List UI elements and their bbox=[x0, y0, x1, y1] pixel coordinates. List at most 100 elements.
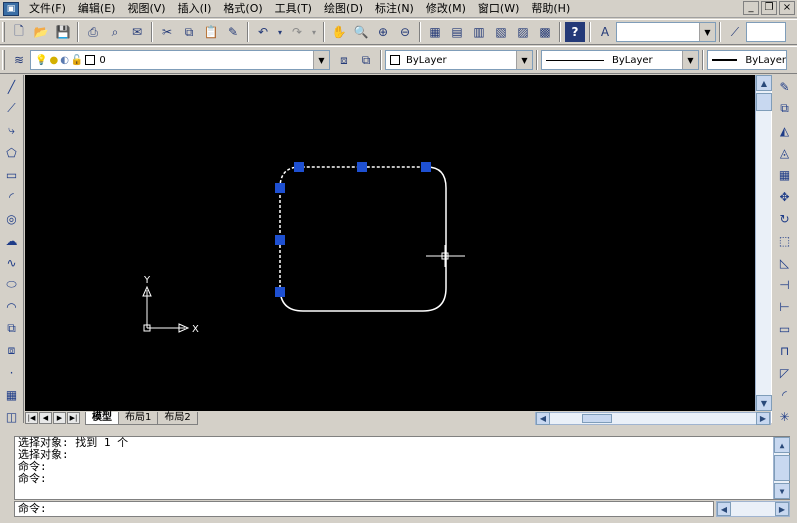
rounded-rectangle[interactable] bbox=[279, 166, 447, 312]
ellipse-icon[interactable]: ⬭ bbox=[1, 274, 23, 295]
hatch-icon[interactable]: ▦ bbox=[1, 384, 23, 405]
scroll-thumb[interactable] bbox=[582, 414, 612, 423]
first-tab-icon[interactable]: |◀ bbox=[25, 412, 38, 424]
scroll-down-icon[interactable]: ▼ bbox=[774, 483, 790, 499]
design-center-icon[interactable]: ▤ bbox=[447, 22, 467, 42]
command-horizontal-scrollbar[interactable]: ◀ ▶ bbox=[716, 501, 790, 517]
trim-icon[interactable]: ⊣ bbox=[774, 274, 796, 295]
rectangle-icon[interactable]: ▭ bbox=[1, 164, 23, 185]
grip[interactable] bbox=[357, 162, 367, 172]
move-icon[interactable]: ✥ bbox=[774, 186, 796, 207]
grip[interactable] bbox=[275, 287, 285, 297]
tab-model[interactable]: 模型 bbox=[85, 411, 119, 425]
minimize-icon[interactable]: _ bbox=[743, 1, 759, 15]
scale-icon[interactable]: ⬚ bbox=[774, 230, 796, 251]
join-icon[interactable]: ⊓ bbox=[774, 340, 796, 361]
circle-icon[interactable]: ◎ bbox=[1, 208, 23, 229]
print-preview-icon[interactable]: ⌕ bbox=[105, 22, 125, 42]
scroll-right-icon[interactable]: ▶ bbox=[756, 412, 770, 425]
tab-layout2[interactable]: 布局2 bbox=[157, 411, 198, 425]
polyline-icon[interactable]: ⤷ bbox=[1, 120, 23, 141]
print-icon[interactable]: ⎙ bbox=[83, 22, 103, 42]
selected-polyline-dashed[interactable] bbox=[279, 166, 427, 288]
app-icon[interactable]: ▣ bbox=[3, 1, 19, 16]
chamfer-icon[interactable]: ◸ bbox=[774, 362, 796, 383]
grip[interactable] bbox=[275, 235, 285, 245]
color-select[interactable]: ByLayer ▼ bbox=[385, 50, 533, 70]
arc-icon[interactable]: ◜ bbox=[1, 186, 23, 207]
markup-icon[interactable]: ▨ bbox=[513, 22, 533, 42]
paste-icon[interactable]: 📋 bbox=[201, 22, 221, 42]
menu-dimension[interactable]: 标注(N) bbox=[369, 1, 420, 17]
redo-icon[interactable]: ↷ bbox=[287, 22, 307, 42]
offset-icon[interactable]: ◬ bbox=[774, 142, 796, 163]
restore-icon[interactable]: ❐ bbox=[761, 1, 777, 15]
quickcalc-icon[interactable]: ▩ bbox=[535, 22, 555, 42]
array-icon[interactable]: ▦ bbox=[774, 164, 796, 185]
explode-icon[interactable]: ✳ bbox=[774, 406, 796, 427]
menu-modify[interactable]: 修改(M) bbox=[420, 1, 472, 17]
scroll-thumb[interactable] bbox=[756, 93, 772, 111]
next-tab-icon[interactable]: ▶ bbox=[53, 412, 66, 424]
text-style-select[interactable]: ▼ bbox=[616, 22, 716, 42]
layer-viewport-icon[interactable]: ◐ bbox=[60, 55, 69, 66]
dim-style-icon[interactable]: ⟋ bbox=[725, 22, 745, 42]
toolbar-grip[interactable] bbox=[2, 50, 5, 70]
point-icon[interactable]: · bbox=[1, 362, 23, 383]
help-icon[interactable]: ? bbox=[565, 22, 585, 42]
cut-icon[interactable]: ✂ bbox=[157, 22, 177, 42]
zoom-previous-icon[interactable]: ⊖ bbox=[395, 22, 415, 42]
gradient-icon[interactable]: ◫ bbox=[1, 406, 23, 427]
scroll-left-icon[interactable]: ◀ bbox=[536, 412, 550, 425]
revision-cloud-icon[interactable]: ☁ bbox=[1, 230, 23, 251]
save-icon[interactable]: 💾 bbox=[53, 22, 73, 42]
copy-object-icon[interactable]: ⧉ bbox=[774, 98, 796, 119]
chevron-down-icon[interactable]: ▼ bbox=[682, 51, 698, 69]
break-icon[interactable]: ▭ bbox=[774, 318, 796, 339]
toolbar-grip[interactable] bbox=[2, 22, 5, 42]
rotate-icon[interactable]: ↻ bbox=[774, 208, 796, 229]
ellipse-arc-icon[interactable]: ◠ bbox=[1, 296, 23, 317]
scroll-down-icon[interactable]: ▼ bbox=[756, 395, 772, 411]
menu-file[interactable]: 文件(F) bbox=[23, 1, 72, 17]
undo-icon[interactable]: ↶ bbox=[253, 22, 273, 42]
menu-tools[interactable]: 工具(T) bbox=[269, 1, 318, 17]
sheet-set-icon[interactable]: ▧ bbox=[491, 22, 511, 42]
text-style-icon[interactable]: A bbox=[595, 22, 615, 42]
scroll-right-icon[interactable]: ▶ bbox=[775, 502, 789, 516]
erase-icon[interactable]: ✎ bbox=[774, 76, 796, 97]
new-file-icon[interactable]: 🗋 bbox=[9, 22, 29, 42]
make-object-layer-current-icon[interactable]: ⧈ bbox=[334, 50, 354, 70]
zoom-realtime-icon[interactable]: 🔍 bbox=[351, 22, 371, 42]
make-block-icon[interactable]: ⧈ bbox=[1, 340, 23, 361]
drawing-canvas[interactable]: Y X bbox=[25, 75, 755, 411]
construction-line-icon[interactable]: ⟋ bbox=[1, 98, 23, 119]
chevron-down-icon[interactable]: ▼ bbox=[313, 51, 329, 69]
horizontal-scrollbar[interactable]: ◀ ▶ bbox=[535, 412, 771, 425]
menu-view[interactable]: 视图(V) bbox=[121, 1, 171, 17]
grip[interactable] bbox=[421, 162, 431, 172]
linetype-select[interactable]: ByLayer ▼ bbox=[541, 50, 699, 70]
chevron-down-icon[interactable]: ▼ bbox=[516, 51, 532, 69]
match-properties-icon[interactable]: ✎ bbox=[223, 22, 243, 42]
line-icon[interactable]: ╱ bbox=[1, 76, 23, 97]
open-file-icon[interactable]: 📂 bbox=[31, 22, 51, 42]
mirror-icon[interactable]: ◭ bbox=[774, 120, 796, 141]
layer-select[interactable]: 💡 ● ◐ 🔓 0 ▼ bbox=[30, 50, 330, 70]
insert-block-icon[interactable]: ⧉ bbox=[1, 318, 23, 339]
scroll-thumb[interactable] bbox=[774, 455, 790, 481]
command-input[interactable]: 命令: bbox=[14, 501, 714, 517]
layer-manager-icon[interactable]: ≋ bbox=[9, 50, 29, 70]
scroll-left-icon[interactable]: ◀ bbox=[717, 502, 731, 516]
menu-draw[interactable]: 绘图(D) bbox=[318, 1, 369, 17]
command-scrollbar[interactable]: ▲ ▼ bbox=[773, 437, 790, 499]
menu-insert[interactable]: 插入(I) bbox=[172, 1, 218, 17]
dim-style-select[interactable] bbox=[746, 22, 786, 42]
fillet-icon[interactable]: ◜ bbox=[774, 384, 796, 405]
close-icon[interactable]: × bbox=[779, 1, 795, 15]
stretch-icon[interactable]: ◺ bbox=[774, 252, 796, 273]
undo-dropdown-icon[interactable]: ▾ bbox=[275, 22, 285, 42]
grip[interactable] bbox=[275, 183, 285, 193]
layer-on-icon[interactable]: 💡 bbox=[35, 55, 47, 66]
zoom-window-icon[interactable]: ⊕ bbox=[373, 22, 393, 42]
